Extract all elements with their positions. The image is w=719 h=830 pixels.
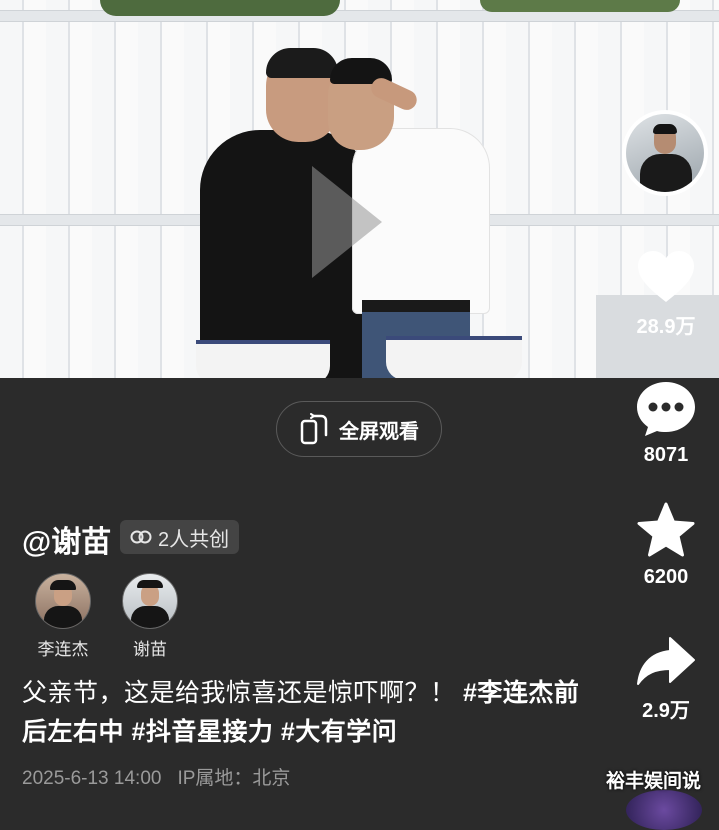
video-player[interactable]	[0, 0, 719, 378]
fullscreen-button[interactable]: 全屏观看	[276, 401, 442, 457]
watermark-text: 裕丰娱间说	[606, 771, 702, 792]
play-icon[interactable]	[312, 166, 382, 278]
hashtag-link[interactable]: #抖音星接力	[131, 718, 273, 746]
tree-foliage	[100, 0, 340, 16]
fullscreen-rotate-icon	[300, 413, 328, 445]
comment-count: 8071	[643, 444, 689, 466]
watermark-logo	[626, 790, 702, 830]
cocreate-badge[interactable]: 2人共创	[120, 520, 240, 554]
ip-location: IP属地：北京	[177, 768, 291, 789]
post-meta: 2025-6-13 14:00 IP属地：北京	[22, 763, 306, 790]
share-icon	[637, 637, 695, 685]
post-datetime: 2025-6-13 14:00	[22, 768, 162, 789]
person-right-belt	[362, 300, 470, 312]
tree-foliage	[480, 0, 680, 12]
link-icon	[130, 530, 152, 544]
video-caption: 父亲节，这是给我惊喜还是惊吓啊？！ #李连杰前后左右中 #抖音星接力 #大有学问	[22, 674, 582, 752]
hashtag-link[interactable]: #大有学问	[281, 718, 397, 746]
wash-basin	[386, 336, 522, 378]
heart-icon	[638, 251, 694, 302]
caption-text: 父亲节，这是给我惊喜还是惊吓啊？！	[22, 679, 463, 707]
comment-icon	[637, 382, 695, 436]
wash-basin	[196, 340, 330, 378]
creator-item[interactable]: 谢苗	[115, 573, 185, 660]
author-handle[interactable]: @谢苗	[22, 517, 111, 561]
comment-button[interactable]: 8071	[628, 380, 704, 467]
creator-name: 谢苗	[133, 640, 167, 659]
creator-name: 李连杰	[37, 640, 89, 659]
share-count: 2.9万	[642, 700, 690, 722]
creator-avatar	[122, 573, 178, 629]
like-button[interactable]: 28.9万	[628, 250, 704, 339]
star-icon	[637, 502, 695, 557]
author-avatar[interactable]	[622, 110, 708, 196]
favorite-count: 6200	[643, 566, 689, 588]
avatar-photo	[626, 114, 704, 192]
creator-item[interactable]: 李连杰	[28, 573, 98, 660]
share-button[interactable]: 2.9万	[628, 636, 704, 723]
like-count: 28.9万	[636, 316, 696, 338]
fullscreen-label: 全屏观看	[339, 420, 419, 443]
favorite-button[interactable]: 6200	[628, 502, 704, 589]
creator-avatar	[35, 573, 91, 629]
cocreate-label: 2人共创	[158, 528, 230, 551]
person-left-hair	[266, 48, 338, 78]
